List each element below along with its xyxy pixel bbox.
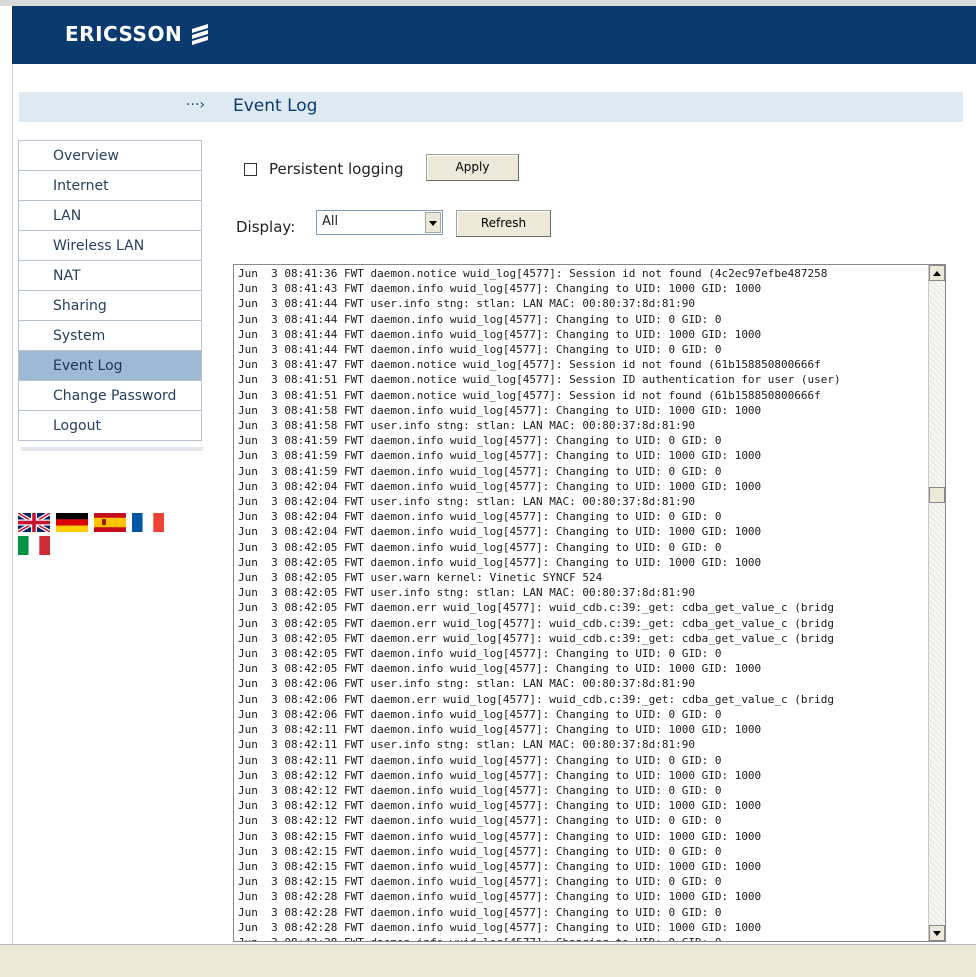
- log-line: Jun 3 08:41:44 FWT daemon.info wuid_log[…: [238, 327, 762, 341]
- english-flag-icon[interactable]: [18, 513, 50, 532]
- log-line: Jun 3 08:42:04 FWT daemon.info wuid_log[…: [238, 510, 722, 524]
- log-line: Jun 3 08:42:12 FWT daemon.info wuid_log[…: [238, 799, 762, 813]
- sidebar-item-sharing[interactable]: Sharing: [19, 290, 201, 320]
- display-select[interactable]: All: [316, 210, 443, 235]
- log-line: Jun 3 08:42:28 FWT daemon.info wuid_log[…: [238, 905, 722, 919]
- spanish-flag-icon[interactable]: [94, 513, 126, 532]
- log-line: Jun 3 08:42:15 FWT daemon.info wuid_log[…: [238, 875, 722, 889]
- sidebar-item-nat[interactable]: NAT: [19, 260, 201, 290]
- log-line: Jun 3 08:41:36 FWT daemon.notice wuid_lo…: [238, 267, 828, 280]
- log-line: Jun 3 08:41:59 FWT daemon.info wuid_log[…: [238, 449, 762, 463]
- scroll-thumb[interactable]: [929, 487, 945, 503]
- log-line: Jun 3 08:42:28 FWT daemon.info wuid_log[…: [238, 935, 841, 941]
- log-line: Jun 3 08:42:28 FWT daemon.info wuid_log[…: [238, 890, 762, 904]
- ericsson-logo: ERICSSON: [65, 22, 210, 46]
- event-log-content: Jun 3 08:41:36 FWT daemon.notice wuid_lo…: [238, 266, 841, 941]
- log-line: Jun 3 08:42:06 FWT user.info stng: stlan…: [238, 677, 695, 691]
- log-line: Jun 3 08:42:11 FWT daemon.info wuid_log[…: [238, 753, 722, 767]
- header-banner: ERICSSON: [12, 6, 976, 64]
- german-flag-icon[interactable]: [56, 513, 88, 532]
- persistent-logging-label: Persistent logging: [269, 160, 404, 178]
- persistent-logging-row: Persistent logging: [244, 160, 404, 178]
- log-line: Jun 3 08:42:05 FWT daemon.info wuid_log[…: [238, 540, 722, 554]
- log-line: Jun 3 08:41:43 FWT daemon.info wuid_log[…: [238, 282, 762, 296]
- ericsson-logo-icon: [192, 24, 209, 45]
- log-line: Jun 3 08:42:05 FWT daemon.err wuid_log[4…: [238, 631, 835, 645]
- left-border: [12, 64, 13, 944]
- sidebar-item-system[interactable]: System: [19, 320, 201, 350]
- sidebar-item-wireless-lan[interactable]: Wireless LAN: [19, 230, 201, 260]
- log-line: Jun 3 08:42:12 FWT daemon.info wuid_log[…: [238, 783, 722, 797]
- event-log-textarea[interactable]: Jun 3 08:41:36 FWT daemon.notice wuid_lo…: [233, 264, 946, 942]
- log-line: Jun 3 08:42:04 FWT user.info stng: stlan…: [238, 495, 695, 509]
- log-line: Jun 3 08:42:15 FWT daemon.info wuid_log[…: [238, 829, 762, 843]
- log-line: Jun 3 08:42:28 FWT daemon.info wuid_log[…: [238, 920, 762, 934]
- sidebar-item-internet[interactable]: Internet: [19, 170, 201, 200]
- log-line: Jun 3 08:42:05 FWT daemon.err wuid_log[4…: [238, 616, 835, 630]
- log-line: Jun 3 08:41:59 FWT daemon.info wuid_log[…: [238, 464, 722, 478]
- sidebar-item-overview[interactable]: Overview: [19, 140, 201, 170]
- arrow-icon: ···›: [186, 97, 205, 113]
- log-line: Jun 3 08:42:05 FWT daemon.err wuid_log[4…: [238, 601, 835, 615]
- log-line: Jun 3 08:41:51 FWT daemon.notice wuid_lo…: [238, 388, 821, 402]
- display-label: Display:: [236, 218, 296, 236]
- log-line: Jun 3 08:42:05 FWT user.warn kernel: Vin…: [238, 571, 603, 585]
- scroll-down-icon[interactable]: [929, 925, 945, 941]
- log-line: Jun 3 08:41:58 FWT daemon.info wuid_log[…: [238, 403, 762, 417]
- log-line: Jun 3 08:42:12 FWT daemon.info wuid_log[…: [238, 768, 762, 782]
- display-select-value: All: [322, 214, 339, 229]
- sidebar-item-change-password[interactable]: Change Password: [19, 380, 201, 410]
- log-line: Jun 3 08:42:04 FWT daemon.info wuid_log[…: [238, 479, 762, 493]
- sidebar-item-event-log[interactable]: Event Log: [19, 350, 201, 380]
- log-line: Jun 3 08:42:04 FWT daemon.info wuid_log[…: [238, 525, 762, 539]
- sidebar-item-lan[interactable]: LAN: [19, 200, 201, 230]
- apply-button[interactable]: Apply: [426, 154, 519, 181]
- sidebar-item-logout[interactable]: Logout: [19, 410, 201, 440]
- log-line: Jun 3 08:41:44 FWT daemon.info wuid_log[…: [238, 343, 722, 357]
- log-line: Jun 3 08:41:44 FWT daemon.info wuid_log[…: [238, 312, 722, 326]
- log-line: Jun 3 08:42:05 FWT daemon.info wuid_log[…: [238, 662, 762, 676]
- refresh-button[interactable]: Refresh: [456, 210, 551, 237]
- log-line: Jun 3 08:41:47 FWT daemon.notice wuid_lo…: [238, 358, 821, 372]
- browser-status-bar: [0, 944, 976, 977]
- log-line: Jun 3 08:41:51 FWT daemon.notice wuid_lo…: [238, 373, 841, 387]
- chevron-down-icon[interactable]: [425, 212, 441, 233]
- persistent-logging-checkbox[interactable]: [244, 162, 257, 176]
- brand-name: ERICSSON: [65, 22, 183, 46]
- log-line: Jun 3 08:42:15 FWT daemon.info wuid_log[…: [238, 844, 722, 858]
- log-line: Jun 3 08:42:05 FWT user.info stng: stlan…: [238, 586, 695, 600]
- log-line: Jun 3 08:41:58 FWT user.info stng: stlan…: [238, 419, 695, 433]
- log-line: Jun 3 08:41:59 FWT daemon.info wuid_log[…: [238, 434, 722, 448]
- log-scrollbar[interactable]: [928, 265, 945, 941]
- sidebar-shadow: [21, 447, 203, 451]
- log-line: Jun 3 08:42:15 FWT daemon.info wuid_log[…: [238, 859, 762, 873]
- log-line: Jun 3 08:42:05 FWT daemon.info wuid_log[…: [238, 647, 722, 661]
- log-line: Jun 3 08:42:06 FWT daemon.info wuid_log[…: [238, 707, 722, 721]
- french-flag-icon[interactable]: [132, 513, 164, 532]
- sidebar-nav: Overview Internet LAN Wireless LAN NAT S…: [18, 140, 202, 441]
- log-line: Jun 3 08:42:11 FWT daemon.info wuid_log[…: [238, 723, 762, 737]
- log-line: Jun 3 08:42:06 FWT daemon.err wuid_log[4…: [238, 692, 835, 706]
- page-title-bar: ···› Event Log: [19, 92, 963, 122]
- italian-flag-icon[interactable]: [18, 536, 50, 555]
- log-line: Jun 3 08:42:12 FWT daemon.info wuid_log[…: [238, 814, 722, 828]
- page-title: Event Log: [233, 96, 318, 116]
- scroll-up-icon[interactable]: [929, 265, 945, 281]
- log-line: Jun 3 08:42:11 FWT user.info stng: stlan…: [238, 738, 695, 752]
- log-line: Jun 3 08:41:44 FWT user.info stng: stlan…: [238, 297, 695, 311]
- log-line: Jun 3 08:42:05 FWT daemon.info wuid_log[…: [238, 555, 762, 569]
